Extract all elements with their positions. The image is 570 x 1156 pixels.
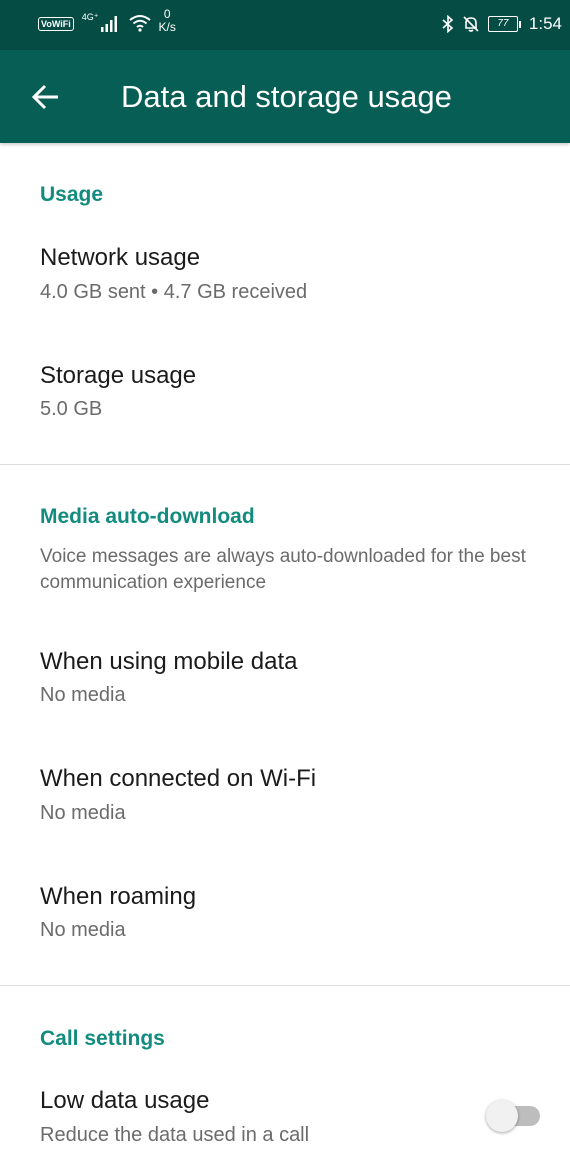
signal-icon [100,16,117,32]
speed-unit: K/s [158,20,176,34]
storage-usage-title: Storage usage [40,362,197,389]
section-header-media: Media auto-download [40,505,255,528]
bluetooth-icon [442,15,454,33]
wifi-title: When connected on Wi-Fi [40,765,317,792]
status-time: 1:54 [528,14,562,33]
divider [0,464,570,465]
status-bar: VoWiFi 4G⁺ 0 K/s 77 1:54 [0,0,570,50]
network-usage-subtitle: 4.0 GB sent • 4.7 GB received [40,281,308,303]
vowifi-badge: VoWiFi [38,17,74,31]
low-data-usage-title: Low data usage [40,1087,210,1114]
arrow-left-icon[interactable] [30,81,62,113]
battery-icon: 77 [487,16,521,32]
section-header-usage: Usage [40,183,104,206]
network-usage-title: Network usage [40,244,201,271]
app-bar: Data and storage usage [0,50,570,143]
section-header-call: Call settings [40,1027,165,1050]
network-type: 4G⁺ [81,11,99,22]
wifi-subtitle: No media [40,802,126,824]
page-title: Data and storage usage [121,79,452,114]
roaming-subtitle: No media [40,919,126,941]
media-description: Voice messages are always auto-downloade… [40,546,526,593]
toggle-thumb [486,1100,518,1132]
network-speed: 0 K/s [159,8,176,34]
status-bar-left: VoWiFi 4G⁺ 0 K/s [38,8,176,34]
battery-level: 77 [487,16,518,32]
battery-tip [518,20,521,28]
mobile-data-subtitle: No media [40,684,126,706]
storage-usage-subtitle: 5.0 GB [40,398,103,420]
bell-off-icon [463,16,479,32]
low-data-usage-toggle[interactable] [484,1097,544,1133]
mobile-data-title: When using mobile data [40,648,298,675]
low-data-usage-subtitle: Reduce the data used in a call [40,1124,310,1146]
status-bar-right: 77 1:54 [442,14,562,34]
wifi-icon [128,15,151,32]
divider [0,985,570,986]
roaming-title: When roaming [40,883,197,910]
